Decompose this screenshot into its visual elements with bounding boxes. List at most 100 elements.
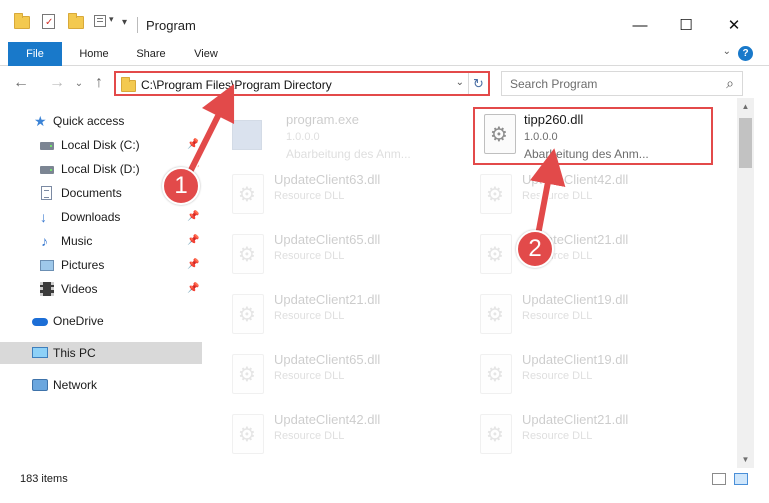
pin-icon: 📌 xyxy=(187,211,200,222)
file-item[interactable]: UpdateClient65.dll Resource DLL xyxy=(224,230,464,286)
sidebar-item-label: Documents xyxy=(61,186,122,200)
title-bar: ✓ ▾ ▾ Program — ☐ ✕ xyxy=(0,0,769,40)
search-box[interactable]: ⌕ xyxy=(501,71,743,96)
sidebar-item-network[interactable]: Network xyxy=(0,374,202,396)
sidebar-item-videos[interactable]: Videos 📌 xyxy=(0,278,202,300)
sidebar-item-label: Network xyxy=(53,378,98,392)
window-title: Program xyxy=(146,18,196,33)
music-icon: ♪ xyxy=(41,233,48,249)
file-item[interactable]: UpdateClient19.dll Resource DLL xyxy=(472,290,712,346)
pin-icon: 📌 xyxy=(187,139,200,150)
pin-icon: 📌 xyxy=(187,283,200,294)
star-icon: ★ xyxy=(34,113,47,129)
tab-file[interactable]: File xyxy=(8,42,62,66)
file-name: UpdateClient65.dll xyxy=(274,232,381,247)
file-item[interactable]: UpdateClient21.dll Resource DLL xyxy=(472,230,712,286)
refresh-button[interactable]: ↻ xyxy=(468,73,488,94)
file-description: Resource DLL xyxy=(274,310,345,322)
file-item[interactable]: program.exe 1.0.0.0 Abarbeitung des Anm.… xyxy=(224,110,464,166)
scroll-down-icon[interactable]: ▼ xyxy=(737,451,754,468)
tab-view[interactable]: View xyxy=(184,42,228,66)
back-button[interactable]: ← xyxy=(10,72,32,94)
sidebar-item-music[interactable]: ♪ Music 📌 xyxy=(0,230,202,252)
step-2-badge: 2 xyxy=(516,230,554,268)
file-list: program.exe 1.0.0.0 Abarbeitung des Anm.… xyxy=(210,98,737,468)
sidebar-item-local-disk-c[interactable]: Local Disk (C:) 📌 xyxy=(0,134,202,156)
dll-file-icon xyxy=(480,354,516,396)
sidebar-item-pictures[interactable]: Pictures 📌 xyxy=(0,254,202,276)
customize-toolbar-icon[interactable]: ▾ xyxy=(94,14,116,28)
item-count: 183 items xyxy=(20,473,68,485)
file-item[interactable]: UpdateClient42.dll Resource DLL xyxy=(224,410,464,466)
address-bar[interactable]: C:\Program Files\Program Directory ⌄ ↻ xyxy=(114,71,490,96)
picture-icon xyxy=(40,260,54,271)
vertical-scrollbar[interactable]: ▲ ▼ xyxy=(737,98,754,468)
address-dropdown-icon[interactable]: ⌄ xyxy=(456,77,464,88)
dll-file-icon xyxy=(480,294,516,336)
forward-button[interactable]: → xyxy=(46,72,68,94)
large-icons-view-icon[interactable] xyxy=(734,473,748,485)
pin-icon: 📌 xyxy=(187,259,200,270)
dll-file-icon xyxy=(232,174,268,216)
sidebar-item-label: OneDrive xyxy=(53,314,104,328)
sidebar-item-onedrive[interactable]: OneDrive xyxy=(0,310,202,332)
sidebar-item-label: Local Disk (C:) xyxy=(61,138,140,152)
up-button[interactable]: ↑ xyxy=(88,72,110,94)
help-icon[interactable]: ? xyxy=(738,46,753,61)
file-item[interactable]: UpdateClient63.dll Resource DLL xyxy=(224,170,464,226)
file-name: UpdateClient19.dll xyxy=(522,292,629,307)
computer-icon xyxy=(32,347,48,358)
minimize-button[interactable]: — xyxy=(617,10,663,40)
file-description: Resource DLL xyxy=(274,430,345,442)
title-separator xyxy=(137,17,138,33)
search-icon[interactable]: ⌕ xyxy=(726,75,734,92)
file-description: Resource DLL xyxy=(522,370,593,382)
scroll-thumb[interactable] xyxy=(739,118,752,168)
video-icon xyxy=(40,282,54,296)
dll-file-icon xyxy=(480,174,516,216)
file-name: UpdateClient42.dll xyxy=(522,172,629,187)
file-item[interactable]: UpdateClient21.dll Resource DLL xyxy=(224,290,464,346)
file-item[interactable]: UpdateClient19.dll Resource DLL xyxy=(472,350,712,406)
close-button[interactable]: ✕ xyxy=(711,10,757,40)
status-bar: 183 items xyxy=(0,469,769,491)
file-name: UpdateClient19.dll xyxy=(522,352,629,367)
sidebar-item-downloads[interactable]: ↓ Downloads 📌 xyxy=(0,206,202,228)
dll-file-icon xyxy=(480,234,516,276)
highlight-frame xyxy=(473,107,713,165)
recent-locations-button[interactable]: ⌄ xyxy=(68,72,90,94)
file-item[interactable]: UpdateClient21.dll Resource DLL xyxy=(472,410,712,466)
quick-access-toolbar-dropdown-icon[interactable]: ▾ xyxy=(122,17,127,28)
file-item[interactable]: UpdateClient42.dll Resource DLL xyxy=(472,170,712,226)
search-input[interactable] xyxy=(510,76,710,92)
scroll-up-icon[interactable]: ▲ xyxy=(737,98,754,115)
file-description: Resource DLL xyxy=(522,310,593,322)
executable-icon xyxy=(232,114,268,156)
folder-icon[interactable] xyxy=(14,13,30,29)
file-description: Abarbeitung des Anm... xyxy=(286,147,411,161)
new-folder-icon[interactable] xyxy=(68,13,84,29)
drive-icon xyxy=(40,166,54,174)
expand-ribbon-icon[interactable]: ⌄ xyxy=(723,46,731,57)
file-name: UpdateClient21.dll xyxy=(522,412,629,427)
dll-file-icon xyxy=(232,234,268,276)
properties-icon[interactable]: ✓ xyxy=(42,14,58,29)
file-name: program.exe xyxy=(286,112,359,127)
dll-file-icon xyxy=(232,414,268,456)
file-description: Resource DLL xyxy=(522,190,593,202)
maximize-button[interactable]: ☐ xyxy=(663,10,709,40)
file-name: UpdateClient42.dll xyxy=(274,412,381,427)
file-item[interactable]: UpdateClient65.dll Resource DLL xyxy=(224,350,464,406)
sidebar-item-this-pc[interactable]: This PC xyxy=(0,342,202,364)
file-description: Resource DLL xyxy=(274,370,345,382)
document-icon xyxy=(41,186,52,200)
drive-icon xyxy=(40,142,54,150)
tab-share[interactable]: Share xyxy=(128,42,174,66)
sidebar-item-quick-access[interactable]: ★ Quick access xyxy=(0,110,202,132)
tab-home[interactable]: Home xyxy=(72,42,116,66)
details-view-icon[interactable] xyxy=(712,473,726,485)
address-path[interactable]: C:\Program Files\Program Directory xyxy=(141,78,332,92)
dll-file-icon xyxy=(480,414,516,456)
file-name: UpdateClient65.dll xyxy=(274,352,381,367)
sidebar-item-label: Quick access xyxy=(53,114,125,128)
